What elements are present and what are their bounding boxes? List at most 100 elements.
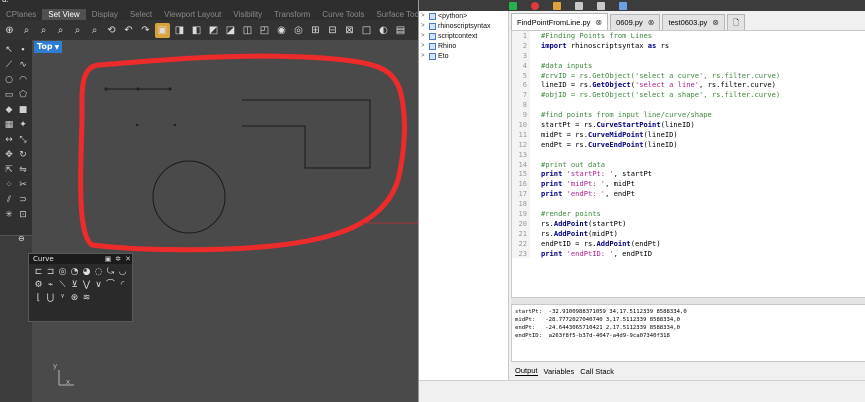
right-view-icon[interactable]: ◩ — [206, 23, 221, 38]
output-tab-call-stack[interactable]: Call Stack — [580, 367, 614, 376]
file-tab[interactable]: FindPointFromLine.py ⊗ — [511, 13, 609, 30]
split-icon[interactable]: ⫽ — [3, 194, 15, 206]
render-icon[interactable]: ✦ — [17, 119, 29, 131]
step-icon[interactable] — [575, 1, 583, 10]
zoom-window-icon[interactable]: ⌕ — [36, 23, 51, 38]
select-icon[interactable]: ↖ — [3, 44, 15, 56]
tab-select[interactable]: Select — [124, 9, 158, 20]
chevron-right-icon[interactable]: > — [421, 53, 427, 59]
new-tab-button[interactable]: 🗋 — [726, 14, 745, 30]
file-tab[interactable]: 0609.py ⊗ — [610, 14, 661, 30]
curve-tool-icon[interactable]: ⋃ — [45, 292, 56, 305]
tree-item[interactable]: > <python> — [419, 11, 508, 21]
tree-item[interactable]: > rhinoscriptsyntax — [419, 21, 508, 31]
chevron-right-icon[interactable]: > — [421, 13, 427, 19]
curve-tool-icon[interactable]: ⋁ — [81, 279, 92, 292]
zoom-all-icon[interactable]: ⌕ — [87, 23, 102, 38]
tab-transform[interactable]: Transform — [268, 9, 316, 20]
move-icon[interactable]: ✥ — [3, 149, 15, 161]
pan-icon[interactable]: ⊕ — [2, 23, 17, 38]
display-mode-icon[interactable]: ◐ — [376, 23, 391, 38]
curve-tool-icon[interactable]: ⌊ — [33, 292, 44, 305]
redo-view-icon[interactable]: ↷ — [138, 23, 153, 38]
help-icon[interactable] — [619, 1, 627, 10]
tree-item[interactable]: > scriptcontext — [419, 31, 508, 41]
polyline-icon[interactable]: ⟋ — [3, 59, 15, 71]
join-icon[interactable]: ⊃ — [17, 194, 29, 206]
trim-icon[interactable]: ✂ — [17, 179, 29, 191]
tree-item[interactable]: > Eto — [419, 51, 508, 61]
tab-cplanes[interactable]: CPlanes — [0, 9, 42, 20]
back-view-icon[interactable]: ◪ — [223, 23, 238, 38]
cplane-icon[interactable]: ⊟ — [325, 23, 340, 38]
arc-icon[interactable]: ◠ — [17, 74, 29, 86]
mesh-icon[interactable]: ▦ — [3, 119, 15, 131]
group-icon[interactable]: ⊡ — [17, 209, 29, 221]
chevron-right-icon[interactable]: > — [421, 43, 427, 49]
curve-tool-icon[interactable]: ⟍ — [57, 279, 68, 292]
polygon-icon[interactable]: ⬠ — [17, 89, 29, 101]
close-icon[interactable]: ⊗ — [648, 15, 655, 30]
output-tab-output[interactable]: Output — [515, 366, 538, 376]
tab-curve-tools[interactable]: Curve Tools — [316, 9, 370, 20]
zoom-extents-icon[interactable]: ⌕ — [53, 23, 68, 38]
stop-icon[interactable] — [531, 1, 539, 10]
curve-tool-icon[interactable]: ⊏ — [33, 266, 44, 279]
tab-set-view[interactable]: Set View — [42, 9, 86, 20]
curve-tool-icon[interactable]: ◜ — [117, 279, 128, 292]
step-over-icon[interactable] — [597, 1, 605, 10]
perspective-icon[interactable]: ▣ — [155, 22, 170, 38]
scale-icon[interactable]: ⇱ — [3, 164, 15, 176]
curve-panel-header[interactable]: Curve ▣ ✲ ✕ — [29, 254, 132, 264]
transform-icon[interactable]: ⤡ — [17, 134, 29, 146]
code-editor[interactable]: 1 #Finding Points from Lines 2 import rhino… — [511, 30, 865, 298]
named-views-icon[interactable]: ⊞ — [308, 23, 323, 38]
array-icon[interactable]: ⁘ — [3, 179, 15, 191]
curve-tool-icon[interactable]: ⊐ — [45, 266, 56, 279]
close-icon[interactable]: ✕ — [124, 255, 132, 263]
surface-icon[interactable]: ◆ — [3, 104, 15, 116]
curve-tool-icon[interactable]: ⌒ — [105, 279, 116, 292]
gear-icon[interactable]: ✲ — [114, 255, 122, 263]
rotate-view-icon[interactable]: ⟲ — [104, 23, 119, 38]
circle-icon[interactable]: ○ — [3, 74, 15, 86]
panel-collapse-icon[interactable]: ⊖ — [18, 234, 25, 243]
curve-tool-icon[interactable]: ⚙ — [33, 279, 44, 292]
point-icon[interactable]: ∙ — [17, 44, 29, 56]
curve-tool-icon[interactable]: ⤿ — [105, 266, 116, 279]
curve-tool-icon[interactable]: ⌁ — [45, 279, 56, 292]
close-icon[interactable]: ⊗ — [712, 15, 719, 30]
extra-icon[interactable]: ▤ — [393, 23, 408, 38]
tab-viewport-layout[interactable]: Viewport Layout — [158, 9, 227, 20]
mirror-icon[interactable]: ⇋ — [17, 164, 29, 176]
run-icon[interactable] — [509, 1, 517, 10]
output-tab-variables[interactable]: Variables — [544, 367, 575, 376]
curve-icon[interactable]: ∿ — [17, 59, 29, 71]
zoom-icon[interactable]: ⌕ — [19, 23, 34, 38]
curve-toolbar-panel[interactable]: Curve ▣ ✲ ✕ ⊏ ⊐ ◎ ◔ ◕ ◌ ⤿ ◡ ⚙ ⌁ ⟍ ⊻ ⋁ ∨ … — [28, 253, 133, 322]
panel-dock-icon[interactable]: ▣ — [104, 255, 112, 263]
maximize-icon[interactable]: □ — [359, 23, 374, 38]
left-view-icon[interactable]: ◫ — [240, 23, 255, 38]
chevron-right-icon[interactable]: > — [421, 33, 427, 39]
dimension-icon[interactable]: ↔ — [3, 134, 15, 146]
bottom-view-icon[interactable]: ◰ — [257, 23, 272, 38]
curve-tool-icon[interactable]: ◡ — [117, 266, 128, 279]
tab-display[interactable]: Display — [86, 9, 124, 20]
top-view-icon[interactable]: ◨ — [172, 23, 187, 38]
debug-icon[interactable] — [553, 1, 561, 10]
solid-icon[interactable]: ■ — [17, 104, 29, 116]
curve-tool-icon[interactable]: ∨ — [93, 279, 104, 292]
viewport-icon[interactable]: ⊠ — [342, 23, 357, 38]
explode-icon[interactable]: ✳ — [3, 209, 15, 221]
curve-tool-icon[interactable]: ᵞ — [57, 292, 68, 305]
viewport-label[interactable]: Top ▼ — [34, 41, 63, 53]
curve-tool-icon[interactable]: ◌ — [93, 266, 104, 279]
target-icon[interactable]: ◎ — [291, 23, 306, 38]
curve-tool-icon[interactable]: ≋ — [81, 292, 92, 305]
chevron-right-icon[interactable]: > — [421, 23, 427, 29]
tab-visibility[interactable]: Visibility — [227, 9, 268, 20]
zoom-selected-icon[interactable]: ⌕ — [70, 23, 85, 38]
front-view-icon[interactable]: ◧ — [189, 23, 204, 38]
close-icon[interactable]: ⊗ — [595, 15, 602, 30]
